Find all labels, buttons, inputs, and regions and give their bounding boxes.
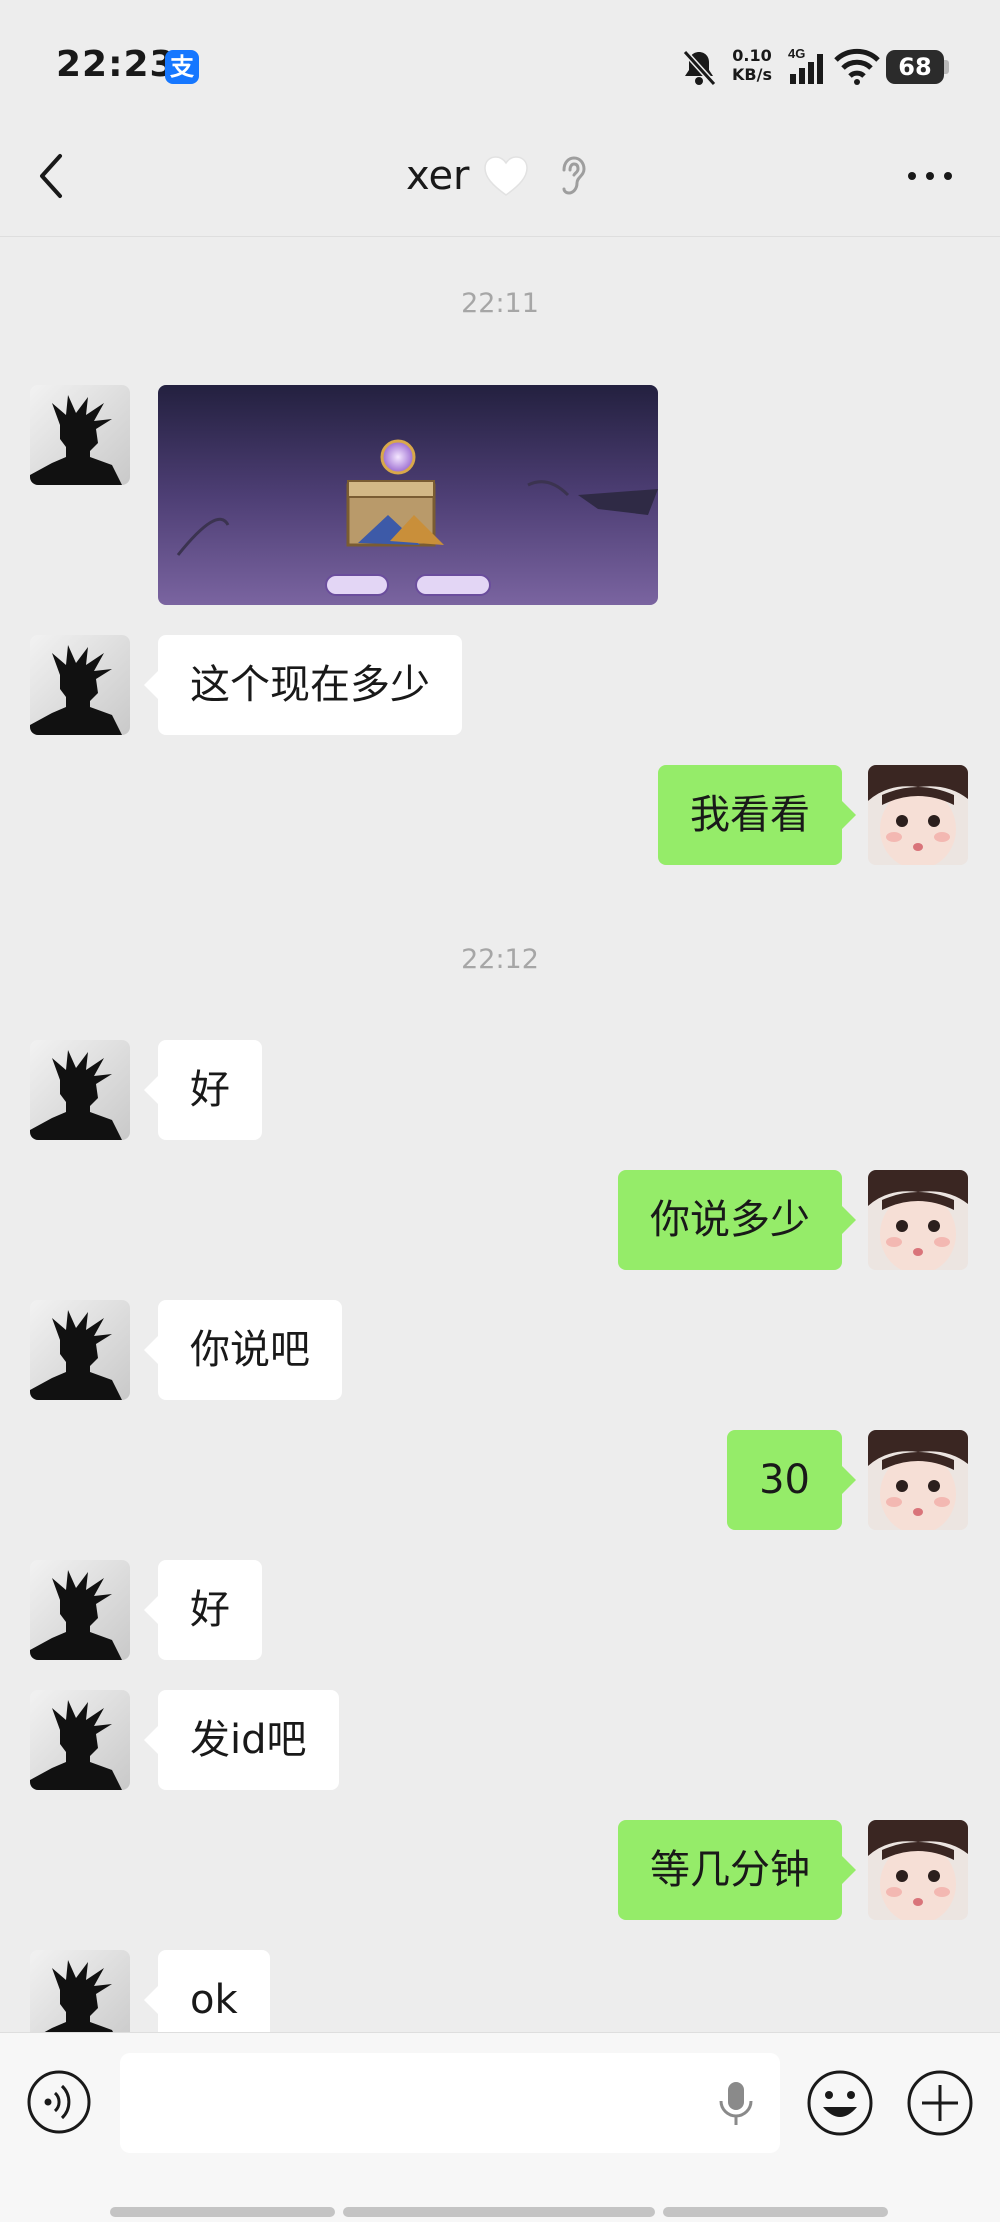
bell-off-icon — [682, 49, 717, 87]
network-type-label: 4G — [788, 46, 805, 61]
contact-avatar-silhouette — [30, 1700, 122, 1790]
status-bar: 22:23 支 0.10 KB/s 4G 68 — [0, 0, 1000, 120]
my-avatar-face — [868, 1170, 968, 1270]
chat-title: xer — [406, 153, 470, 199]
more-icon[interactable] — [900, 156, 960, 196]
status-time: 22:23 — [56, 44, 176, 85]
received-message-bubble[interactable]: 好 — [144, 1560, 262, 1660]
received-message-bubble[interactable]: 发id吧 — [144, 1690, 339, 1790]
my-avatar-face — [868, 1430, 968, 1530]
my-avatar[interactable] — [868, 1820, 968, 1920]
white-heart-icon — [484, 156, 528, 196]
contact-avatar[interactable] — [30, 635, 130, 735]
my-avatar[interactable] — [868, 765, 968, 865]
ear-icon — [562, 156, 586, 195]
received-message-bubble[interactable]: 你说吧 — [144, 1300, 342, 1400]
chat-header: xer — [0, 120, 1000, 237]
contact-avatar[interactable] — [30, 1690, 130, 1790]
contact-avatar[interactable] — [30, 385, 130, 485]
signal-icon: 4G — [788, 46, 823, 84]
contact-avatar-silhouette — [30, 1310, 122, 1400]
home-indicator — [110, 2207, 335, 2217]
contact-avatar[interactable] — [30, 1040, 130, 1140]
net-speed-value: 0.10 — [732, 46, 772, 65]
net-speed-unit: KB/s — [732, 65, 772, 84]
my-avatar[interactable] — [868, 1170, 968, 1270]
contact-avatar[interactable] — [30, 1560, 130, 1660]
my-avatar[interactable] — [868, 1430, 968, 1530]
emoji-icon[interactable] — [806, 2069, 874, 2137]
chat-screen: 22:23 支 0.10 KB/s 4G 68 xer 22:11 这个现在多少… — [0, 0, 1000, 2222]
message-input[interactable] — [120, 2053, 780, 2153]
message-timestamp: 22:12 — [461, 944, 539, 975]
contact-avatar[interactable] — [30, 1300, 130, 1400]
sent-message-bubble[interactable]: 你说多少 — [618, 1170, 856, 1270]
image-message[interactable] — [158, 385, 658, 605]
received-message-bubble[interactable]: 这个现在多少 — [144, 635, 462, 735]
game-screenshot-image — [158, 385, 658, 605]
plus-icon[interactable] — [906, 2069, 974, 2137]
battery-tip — [944, 60, 949, 74]
net-speed: 0.10 KB/s — [728, 46, 776, 84]
my-avatar-face — [868, 765, 968, 865]
contact-avatar-silhouette — [30, 1050, 122, 1140]
my-avatar-face — [868, 1820, 968, 1920]
message-timestamp: 22:11 — [461, 288, 539, 319]
voice-icon[interactable] — [26, 2069, 92, 2135]
wifi-icon — [834, 48, 880, 85]
contact-avatar-silhouette — [30, 395, 122, 485]
sent-message-bubble[interactable]: 等几分钟 — [618, 1820, 856, 1920]
alipay-icon: 支 — [165, 50, 199, 84]
home-indicator — [663, 2207, 888, 2217]
chat-input-bar — [0, 2032, 1000, 2222]
back-icon[interactable] — [30, 146, 80, 206]
battery-icon: 68 — [886, 50, 944, 84]
contact-avatar-silhouette — [30, 645, 122, 735]
received-message-bubble[interactable]: 好 — [144, 1040, 262, 1140]
home-indicator — [343, 2207, 655, 2217]
sent-message-bubble[interactable]: 我看看 — [658, 765, 856, 865]
contact-avatar-silhouette — [30, 1570, 122, 1660]
sent-message-bubble[interactable]: 30 — [727, 1430, 856, 1530]
mic-icon[interactable] — [716, 2079, 756, 2129]
